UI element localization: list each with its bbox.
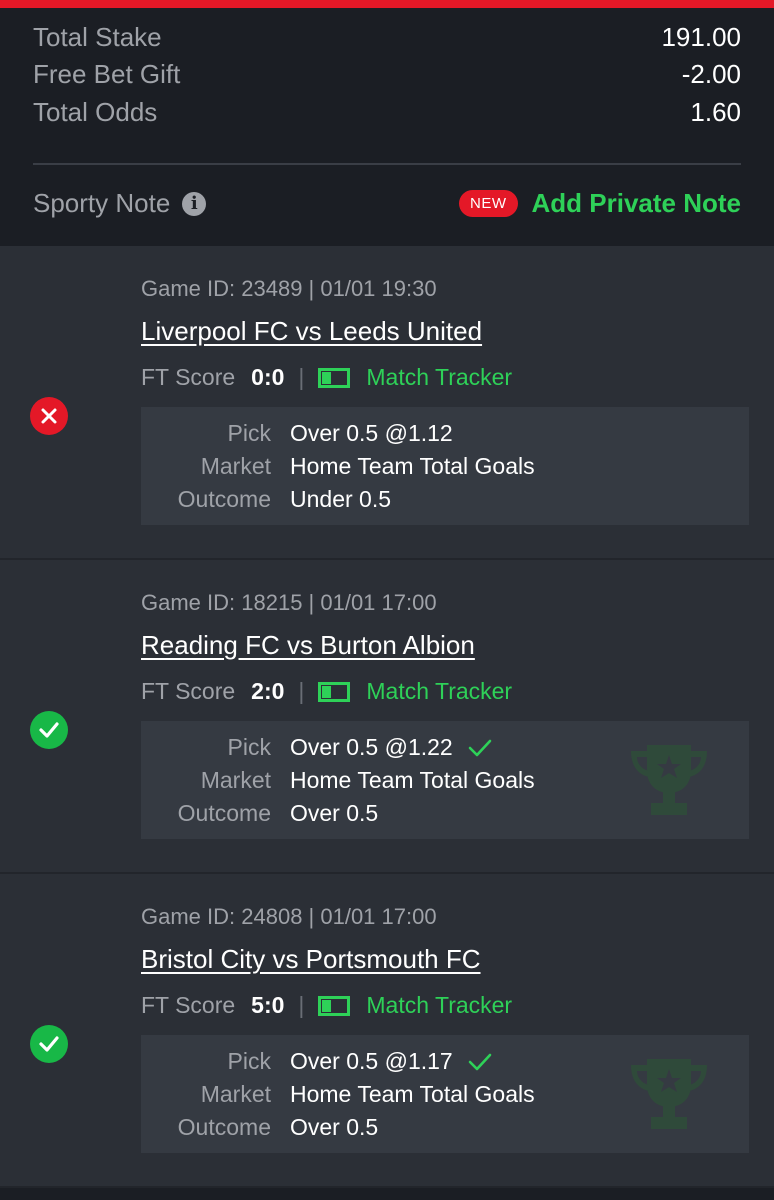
outcome-label: Outcome — [177, 800, 271, 826]
outcome-label: Outcome — [177, 486, 271, 512]
bet-card: Game ID: 23489 | 01/01 19:30 Liverpool F… — [0, 246, 774, 560]
outcome-row: Outcome Over 0.5 — [141, 797, 379, 830]
info-icon[interactable]: i — [182, 191, 207, 216]
outcome-value: Under 0.5 — [290, 486, 392, 512]
lost-x-icon — [30, 397, 68, 435]
bet-summary: Total Stake 191.00 Free Bet Gift -2.00 T… — [0, 8, 774, 246]
pitch-icon — [318, 995, 351, 1016]
outcome-row: Outcome Under 0.5 — [141, 483, 391, 516]
match-tracker-link[interactable]: Match Tracker — [318, 992, 512, 1019]
check-icon — [468, 1053, 492, 1070]
add-private-note-button[interactable]: Add Private Note — [532, 188, 742, 219]
pick-row: Pick Over 0.5 @1.12 — [141, 417, 453, 450]
free-bet-value: -2.00 — [681, 58, 741, 89]
market-label: Market — [200, 1081, 271, 1107]
total-odds-label: Total Odds — [33, 96, 158, 127]
ft-score-value: 0:0 — [251, 364, 285, 390]
total-stake-row: Total Stake 191.00 — [33, 18, 741, 56]
ft-score-label: FT Score — [141, 678, 236, 704]
market-value: Home Team Total Goals — [290, 767, 535, 793]
add-private-note[interactable]: NEW Add Private Note — [459, 188, 741, 219]
trophy-icon — [631, 1059, 707, 1129]
market-row: Market Home Team Total Goals — [141, 450, 535, 483]
market-value: Home Team Total Goals — [290, 453, 535, 479]
summary-divider — [33, 163, 741, 165]
pitch-icon — [318, 681, 351, 702]
ft-score-value: 2:0 — [251, 678, 285, 704]
ft-score-row: FT Score 2:0 | Match Tracker — [141, 678, 512, 705]
sporty-note: Sporty Note i — [33, 188, 207, 219]
pick-details: Pick Over 0.5 @1.12 Market Home Team Tot… — [141, 407, 749, 525]
total-stake-label: Total Stake — [33, 21, 162, 52]
pick-details: Pick Over 0.5 @1.17 Market Home Team Tot… — [141, 1035, 749, 1153]
ft-score-label: FT Score — [141, 364, 236, 390]
bet-card: Game ID: 24808 | 01/01 17:00 Bristol Cit… — [0, 874, 774, 1188]
match-title[interactable]: Reading FC vs Burton Albion — [141, 630, 475, 661]
pick-row: Pick Over 0.5 @1.17 — [141, 1045, 493, 1078]
game-id: Game ID: 24808 | 01/01 17:00 — [141, 904, 437, 929]
market-label: Market — [200, 767, 271, 793]
free-bet-label: Free Bet Gift — [33, 58, 181, 89]
outcome-value: Over 0.5 — [290, 1114, 379, 1140]
match-tracker-link[interactable]: Match Tracker — [318, 364, 512, 391]
sporty-note-label: Sporty Note — [33, 188, 171, 218]
match-tracker-label: Match Tracker — [366, 678, 513, 704]
ft-score-value: 5:0 — [251, 992, 285, 1018]
ft-score-label: FT Score — [141, 992, 236, 1018]
match-tracker-label: Match Tracker — [366, 992, 513, 1018]
market-row: Market Home Team Total Goals — [141, 764, 535, 797]
match-tracker-label: Match Tracker — [366, 364, 513, 390]
ft-score-row: FT Score 0:0 | Match Tracker — [141, 364, 512, 391]
pitch-icon — [318, 367, 351, 388]
check-icon — [468, 739, 492, 756]
match-title[interactable]: Liverpool FC vs Leeds United — [141, 316, 482, 347]
pick-value: Over 0.5 @1.22 — [290, 734, 453, 760]
new-badge: NEW — [459, 190, 518, 217]
market-value: Home Team Total Goals — [290, 1081, 535, 1107]
market-row: Market Home Team Total Goals — [141, 1078, 535, 1111]
separator: | — [298, 678, 305, 704]
total-stake-value: 191.00 — [661, 21, 741, 52]
bet-card: Game ID: 18215 | 01/01 17:00 Reading FC … — [0, 560, 774, 874]
market-label: Market — [200, 453, 271, 479]
pick-value: Over 0.5 @1.12 — [290, 420, 453, 446]
outcome-label: Outcome — [177, 1114, 271, 1140]
pick-label: Pick — [227, 734, 271, 760]
pick-value: Over 0.5 @1.17 — [290, 1048, 453, 1074]
total-odds-value: 1.60 — [690, 96, 741, 127]
won-check-icon — [30, 711, 68, 749]
trophy-icon — [631, 745, 707, 815]
outcome-value: Over 0.5 — [290, 800, 379, 826]
pick-label: Pick — [227, 1048, 271, 1074]
separator: | — [298, 364, 305, 390]
separator: | — [298, 992, 305, 1018]
pick-details: Pick Over 0.5 @1.22 Market Home Team Tot… — [141, 721, 749, 839]
free-bet-row: Free Bet Gift -2.00 — [33, 55, 741, 93]
pick-row: Pick Over 0.5 @1.22 — [141, 731, 493, 764]
total-odds-row: Total Odds 1.60 — [33, 93, 741, 131]
match-title[interactable]: Bristol City vs Portsmouth FC — [141, 944, 481, 975]
won-check-icon — [30, 1025, 68, 1063]
match-tracker-link[interactable]: Match Tracker — [318, 678, 512, 705]
outcome-row: Outcome Over 0.5 — [141, 1111, 379, 1144]
game-id: Game ID: 18215 | 01/01 17:00 — [141, 590, 437, 615]
ft-score-row: FT Score 5:0 | Match Tracker — [141, 992, 512, 1019]
pick-label: Pick — [227, 420, 271, 446]
game-id: Game ID: 23489 | 01/01 19:30 — [141, 276, 437, 301]
top-accent-bar — [0, 0, 774, 8]
